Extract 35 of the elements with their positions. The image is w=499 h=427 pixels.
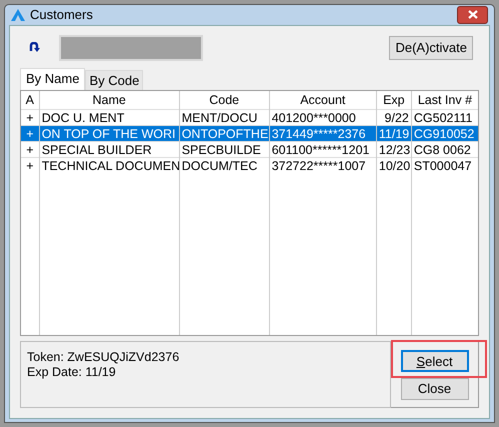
table-cell[interactable]: 371449*****2376 — [270, 124, 376, 140]
column-header[interactable]: Exp — [376, 90, 411, 108]
close-icon[interactable] — [457, 6, 488, 24]
table-cell[interactable]: ONTOPOFTHE — [180, 124, 269, 140]
column-header[interactable]: Last Inv # — [412, 90, 478, 108]
table-cell[interactable]: 11/19 — [376, 124, 411, 140]
tab[interactable]: By Name — [20, 68, 86, 90]
app-logo-icon — [11, 8, 25, 21]
search-field[interactable] — [59, 34, 203, 60]
column-header[interactable]: Name — [40, 90, 179, 108]
redo-arrow-icon[interactable] — [29, 42, 40, 53]
tab[interactable]: By Code — [85, 70, 144, 90]
table-cell[interactable]: 12/23 — [376, 140, 411, 156]
column-header[interactable]: A — [21, 90, 39, 108]
table-cell[interactable]: SPECBUILDE — [180, 140, 269, 156]
table-cell[interactable]: + — [21, 124, 39, 140]
dialog-button[interactable]: Select — [400, 350, 468, 372]
table-cell[interactable]: ST000047 — [412, 156, 478, 172]
deactivate-button[interactable]: De(A)ctivate — [389, 36, 473, 60]
column-header[interactable]: Code — [180, 90, 269, 108]
table-cell[interactable]: CG910052 — [412, 124, 478, 140]
table-cell[interactable]: 10/20 — [376, 156, 411, 172]
table-cell[interactable]: + — [21, 156, 39, 172]
detail-text: Token: ZwESUQJiZVd2376 — [27, 350, 180, 364]
table-cell[interactable]: 372722*****1007 — [270, 156, 376, 172]
window-title: Customers — [30, 6, 93, 24]
table-cell[interactable]: DOCUM/TEC — [180, 156, 269, 172]
table-cell[interactable]: 601100******1201 — [270, 140, 376, 156]
table-cell[interactable]: + — [21, 140, 39, 156]
table-cell[interactable]: ON TOP OF THE WORI — [40, 124, 179, 140]
column-header[interactable]: Account — [270, 90, 376, 108]
table-cell[interactable]: CG8 0062 — [412, 140, 478, 156]
detail-text: Exp Date: 11/19 — [27, 364, 117, 380]
table-cell[interactable]: SPECIAL BUILDER — [40, 140, 179, 156]
dialog-button[interactable]: Close — [400, 378, 468, 400]
